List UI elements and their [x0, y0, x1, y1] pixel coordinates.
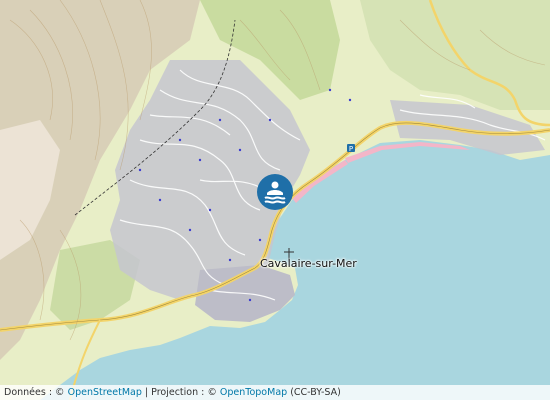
svg-text:P: P	[349, 145, 353, 153]
swimming-icon[interactable]	[255, 172, 295, 212]
license-text: (CC-BY-SA)	[290, 387, 341, 398]
osm-link[interactable]: OpenStreetMap	[68, 387, 142, 398]
map-canvas[interactable]: P Cavalaire-sur-Mer Données : © OpenStre…	[0, 0, 550, 400]
attribution-prefix: Données : ©	[4, 387, 65, 398]
projection-text: Projection : ©	[151, 387, 217, 398]
parking-icon: P	[347, 144, 355, 153]
attribution-separator: |	[144, 387, 149, 398]
attribution-bar: Données : © OpenStreetMap | Projection :…	[0, 385, 550, 400]
topo-link[interactable]: OpenTopoMap	[220, 387, 287, 398]
place-label: Cavalaire-sur-Mer	[260, 257, 357, 270]
